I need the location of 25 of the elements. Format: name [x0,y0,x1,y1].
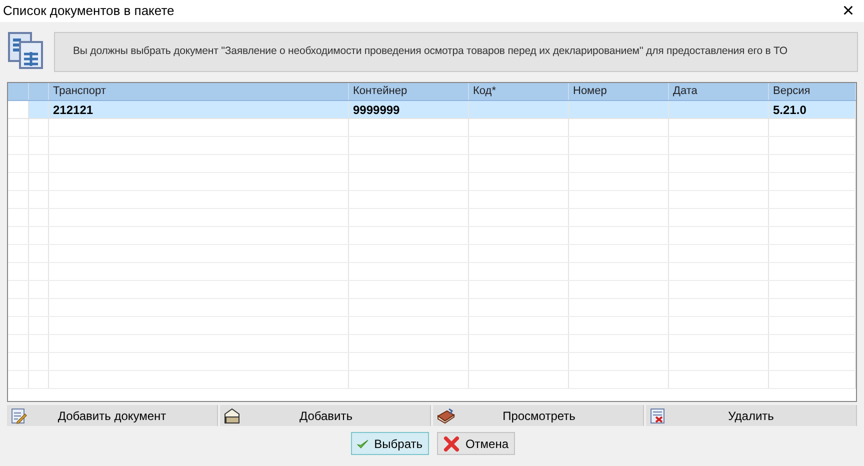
table-row[interactable]: 212121 9999999 5.21.0 [8,101,856,119]
column-header[interactable]: Код* [469,83,569,100]
pencil-document-icon [11,408,27,424]
delete-document-icon [650,408,666,424]
cross-icon [442,434,460,452]
table-cell-text: 9999999 [353,102,400,118]
documents-icon [6,30,46,70]
dialog-button[interactable]: Выбрать [350,432,428,455]
info-panel: Вы должны выбрать документ ''Заявление о необходимости проведения осмотра товаров перед их декларированием'' для предоставления его в ТО [54,32,858,72]
table-cell-text: 212121 [53,102,94,118]
toolbar-button[interactable]: Добавить [220,405,431,426]
table-cell-text: 5.21.0 [773,102,806,118]
column-header[interactable]: Номер [569,83,669,100]
close-button[interactable]: × [842,1,854,21]
toolbar-button[interactable]: Просмотреть [433,405,644,426]
toolbar-button[interactable]: Удалить [646,405,857,426]
window-title: Список документов в пакете [3,2,174,20]
column-header[interactable]: Дата [669,83,769,100]
toolbar-button[interactable]: Добавить документ [7,405,218,426]
column-header[interactable]: Транспорт [49,83,349,100]
dialog-button[interactable]: Отмена [436,432,514,455]
book-icon [437,408,455,424]
column-header[interactable]: Контейнер [349,83,469,100]
column-header[interactable]: Версия [769,83,856,100]
folder-icon [224,408,242,424]
